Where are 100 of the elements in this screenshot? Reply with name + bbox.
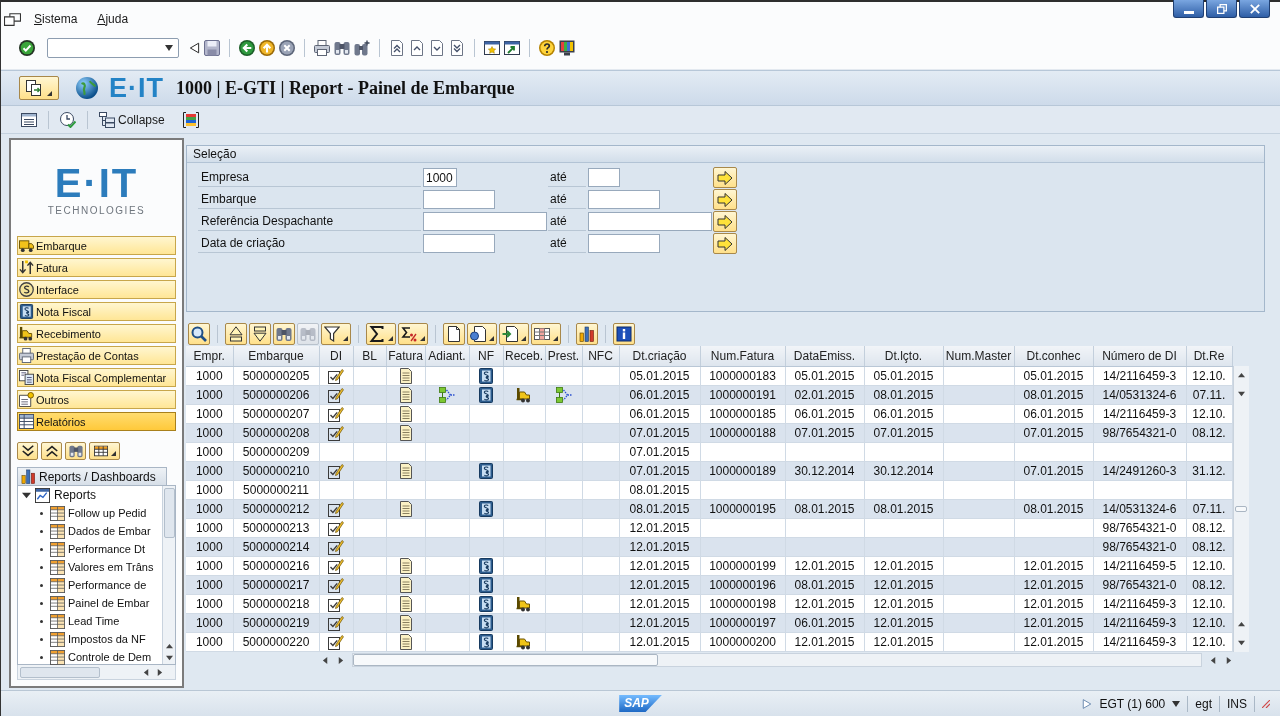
column-header[interactable]: Número de DI bbox=[1093, 346, 1186, 366]
up-arrow-circle-icon[interactable] bbox=[259, 39, 275, 56]
scroll-down-icon[interactable] bbox=[1237, 390, 1245, 397]
help-icon[interactable] bbox=[539, 39, 555, 56]
left-arrow-circle-icon[interactable] bbox=[239, 39, 255, 56]
tree-item[interactable]: Performance de bbox=[68, 579, 147, 591]
color-monitor-icon[interactable] bbox=[559, 39, 575, 56]
navigation-button[interactable]: Fatura bbox=[17, 258, 176, 277]
tree-item[interactable]: Valores em Trâns bbox=[68, 561, 154, 573]
navigation-button[interactable]: Embarque bbox=[17, 236, 176, 255]
command-field[interactable] bbox=[47, 37, 179, 58]
table-row[interactable]: 1000 5000000218 12.01.2015 1000000198 12.01.2015 12.01.2015 12.01.2015 14/2116459-3 12.10. bbox=[186, 594, 1232, 613]
info-button[interactable] bbox=[613, 323, 635, 345]
tree-item[interactable]: Follow up Pedid bbox=[68, 507, 147, 519]
table-row[interactable]: 1000 5000000207 06.01.2015 1000000185 06.01.2015 06.01.2015 06.01.2015 14/2116459-3 12.10. bbox=[186, 404, 1232, 423]
page-double-chevron-up-icon[interactable] bbox=[389, 39, 405, 56]
tree-item[interactable]: Controle de Dem bbox=[68, 651, 152, 663]
caret-down-icon[interactable] bbox=[22, 490, 31, 500]
table-row[interactable]: 1000 5000000205 05.01.2015 1000000183 05.01.2015 05.01.2015 05.01.2015 14/2116459-3 12.10. bbox=[186, 366, 1232, 385]
column-header[interactable]: Embarque bbox=[233, 346, 319, 366]
navigation-button[interactable]: Interface bbox=[17, 280, 176, 299]
export-button[interactable] bbox=[499, 323, 529, 345]
binoculars-icon[interactable] bbox=[334, 39, 350, 56]
subtotals-button[interactable] bbox=[398, 323, 428, 345]
table-row[interactable]: 1000 5000000206 06.01.2015 1000000191 02.01.2015 08.01.2015 08.01.2015 14/0531324-6 07.11. bbox=[186, 385, 1232, 404]
layout-button[interactable] bbox=[89, 442, 120, 460]
column-header[interactable]: Prest. bbox=[545, 346, 582, 366]
binoculars-plus-icon[interactable] bbox=[354, 39, 370, 56]
table-row[interactable]: 1000 5000000213 12.01.2015 98/7654321-0 08.12. bbox=[186, 518, 1232, 537]
scroll-up-icon[interactable] bbox=[1237, 372, 1245, 379]
input-field[interactable] bbox=[423, 212, 547, 231]
scroll-right-icon[interactable] bbox=[1225, 656, 1232, 664]
overlapping-windows-icon[interactable] bbox=[4, 12, 21, 26]
clock-check-icon[interactable] bbox=[60, 111, 76, 128]
multiple-selection-button[interactable] bbox=[713, 211, 737, 232]
tree-item[interactable]: Lead Time bbox=[68, 615, 120, 627]
close-button[interactable] bbox=[1239, 0, 1270, 18]
column-header[interactable]: Fatura bbox=[386, 346, 425, 366]
scroll-left-icon[interactable] bbox=[143, 668, 150, 676]
navigation-button[interactable]: Outros bbox=[17, 390, 176, 409]
scrollbar-thumb[interactable] bbox=[1235, 505, 1247, 512]
column-header[interactable]: Dt.lçto. bbox=[864, 346, 943, 366]
multiple-selection-button[interactable] bbox=[713, 167, 737, 188]
navigation-button[interactable]: Recebimento bbox=[17, 324, 176, 343]
table-row[interactable]: 1000 5000000210 07.01.2015 1000000189 30.12.2014 30.12.2014 07.01.2015 14/2491260-3 31.12. bbox=[186, 461, 1232, 480]
column-header[interactable]: BL bbox=[353, 346, 386, 366]
navigation-button[interactable]: Nota Fiscal bbox=[17, 302, 176, 321]
column-header[interactable]: NFC bbox=[582, 346, 619, 366]
tree-item[interactable]: Dados de Embar bbox=[68, 525, 151, 537]
input-field[interactable]: 1000 bbox=[423, 168, 457, 187]
table-row[interactable]: 1000 5000000208 07.01.2015 1000000188 07.01.2015 07.01.2015 07.01.2015 98/7654321-0 08.12. bbox=[186, 423, 1232, 442]
triangle-right-icon[interactable] bbox=[1082, 697, 1093, 710]
collapse-button[interactable]: Collapse bbox=[99, 111, 165, 128]
scroll-down-icon[interactable] bbox=[165, 654, 173, 661]
table-row[interactable]: 1000 5000000216 12.01.2015 1000000199 12.01.2015 12.01.2015 12.01.2015 14/2116459-5 12.10. bbox=[186, 556, 1232, 575]
tree-item[interactable]: Painel de Embar bbox=[68, 597, 150, 609]
find-button[interactable] bbox=[65, 442, 86, 460]
table-row[interactable]: 1000 5000000212 08.01.2015 1000000195 08.01.2015 08.01.2015 08.01.2015 14/0531324-6 07.11. bbox=[186, 499, 1232, 518]
scroll-up-icon[interactable] bbox=[165, 643, 173, 650]
scrollbar-thumb[interactable] bbox=[163, 488, 175, 538]
chart-button[interactable] bbox=[576, 323, 598, 345]
panel-tab[interactable]: Reports / Dashboards bbox=[17, 467, 167, 485]
tree-item[interactable]: Performance Dt bbox=[68, 543, 146, 555]
filter-button[interactable] bbox=[321, 323, 351, 345]
page-chevron-down-icon[interactable] bbox=[429, 39, 445, 56]
table-row[interactable]: 1000 5000000220 12.01.2015 1000000200 12.01.2015 12.01.2015 12.01.2015 14/2116459-3 12.10. bbox=[186, 632, 1232, 651]
menu-item[interactable]: Ajuda bbox=[97, 12, 129, 26]
input-field[interactable] bbox=[588, 190, 660, 209]
sort-descending-button[interactable] bbox=[249, 323, 271, 345]
input-field[interactable] bbox=[423, 190, 495, 209]
navigation-button[interactable]: Nota Fiscal Complementar bbox=[17, 368, 176, 387]
tree-item[interactable]: Impostos da NF bbox=[68, 633, 146, 645]
column-header[interactable]: DataEmiss. bbox=[785, 346, 864, 366]
resize-grip-icon[interactable] bbox=[1262, 699, 1270, 708]
views-button[interactable] bbox=[467, 323, 497, 345]
scroll-down-icon[interactable] bbox=[1237, 638, 1245, 646]
collapse-all-button[interactable] bbox=[41, 442, 62, 460]
column-header[interactable]: Dt.criação bbox=[619, 346, 700, 366]
table-row[interactable]: 1000 5000000219 12.01.2015 1000000197 06.01.2015 12.01.2015 12.01.2015 14/2116459-3 12.10. bbox=[186, 613, 1232, 632]
column-header[interactable]: Num.Master bbox=[943, 346, 1014, 366]
navigation-button[interactable]: Prestação de Contas bbox=[17, 346, 176, 365]
tab-label[interactable]: Reports / Dashboards bbox=[39, 469, 156, 484]
system-info[interactable]: EGT (1) 600 bbox=[1099, 696, 1166, 711]
print-preview-button[interactable] bbox=[443, 323, 465, 345]
scroll-up-icon[interactable] bbox=[1237, 620, 1245, 628]
column-header[interactable]: Num.Fatura bbox=[700, 346, 785, 366]
table-row[interactable]: 1000 5000000217 12.01.2015 1000000196 08.01.2015 12.01.2015 12.01.2015 98/7654321-0 08.12. bbox=[186, 575, 1232, 594]
color-bars-icon[interactable] bbox=[182, 111, 199, 128]
scroll-left-icon[interactable] bbox=[322, 656, 329, 664]
expand-all-button[interactable] bbox=[17, 442, 38, 460]
navigation-button[interactable]: Relatórios bbox=[17, 412, 176, 431]
column-header[interactable]: Dt.conhec bbox=[1014, 346, 1093, 366]
sum-button[interactable] bbox=[366, 323, 396, 345]
column-header[interactable]: NF bbox=[469, 346, 503, 366]
triangle-left-icon[interactable] bbox=[189, 40, 200, 55]
printer-icon[interactable] bbox=[314, 39, 330, 56]
scrollbar-thumb[interactable] bbox=[353, 654, 658, 666]
check-circle-icon[interactable] bbox=[19, 39, 35, 56]
menu-item[interactable]: Sistema bbox=[34, 12, 78, 26]
column-header[interactable]: DI bbox=[319, 346, 353, 366]
